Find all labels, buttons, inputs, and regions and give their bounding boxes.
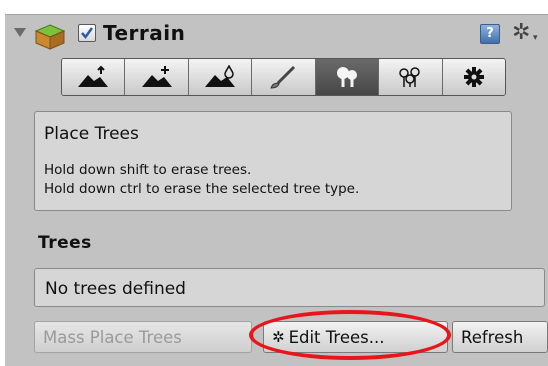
checkmark-icon	[81, 27, 94, 40]
mass-place-trees-button[interactable]: Mass Place Trees	[34, 321, 252, 353]
refresh-label: Refresh	[461, 327, 524, 347]
tool-paint-details[interactable]	[379, 59, 443, 95]
component-title: Terrain	[103, 21, 186, 45]
tool-info-line-2: Hold down ctrl to erase the selected tre…	[44, 181, 360, 197]
inspector-panel: Terrain ? ✲ ▾ Place Trees Hold down shif…	[0, 0, 548, 366]
terrain-component-icon	[34, 24, 66, 50]
paintbrush-icon	[270, 65, 296, 89]
tree-list-empty-text: No trees defined	[45, 279, 186, 299]
header-divider	[5, 14, 548, 15]
edit-trees-label: Edit Trees...	[288, 327, 385, 347]
tree-list-box[interactable]: No trees defined	[34, 268, 545, 307]
tool-info-heading: Place Trees	[44, 124, 139, 144]
mountain-up-arrow-icon	[78, 65, 109, 87]
gear-icon[interactable]: ✲	[512, 22, 530, 44]
foldout-arrow-icon[interactable]	[14, 28, 26, 37]
mass-place-trees-label: Mass Place Trees	[43, 327, 182, 347]
help-icon-glyph: ?	[486, 26, 494, 41]
tool-info-line-1: Hold down shift to erase trees.	[44, 162, 252, 178]
dropdown-caret-icon: ▾	[533, 33, 538, 43]
trees-section-label: Trees	[38, 233, 92, 253]
trees-icon	[336, 67, 357, 87]
refresh-button[interactable]: Refresh	[452, 321, 548, 353]
terrain-tool-toolbar	[61, 58, 506, 96]
tool-raise-lower-terrain[interactable]	[62, 59, 126, 95]
help-icon[interactable]: ?	[480, 24, 500, 44]
tool-smooth-height[interactable]	[188, 59, 253, 95]
tool-info-box: Place Trees Hold down shift to erase tre…	[34, 111, 512, 211]
tool-terrain-settings[interactable]	[442, 59, 505, 95]
enabled-checkbox[interactable]	[78, 24, 96, 42]
gear-icon: ✲	[272, 328, 285, 346]
tool-paint-height[interactable]	[125, 59, 189, 95]
tool-paint-texture[interactable]	[252, 59, 316, 95]
edit-trees-button[interactable]: ✲ Edit Trees...	[263, 321, 448, 353]
flowers-icon	[399, 67, 421, 87]
cog-icon	[463, 67, 484, 87]
mountain-plus-icon	[141, 66, 172, 87]
tool-place-trees[interactable]	[315, 59, 380, 95]
mountain-drop-icon	[205, 65, 236, 87]
